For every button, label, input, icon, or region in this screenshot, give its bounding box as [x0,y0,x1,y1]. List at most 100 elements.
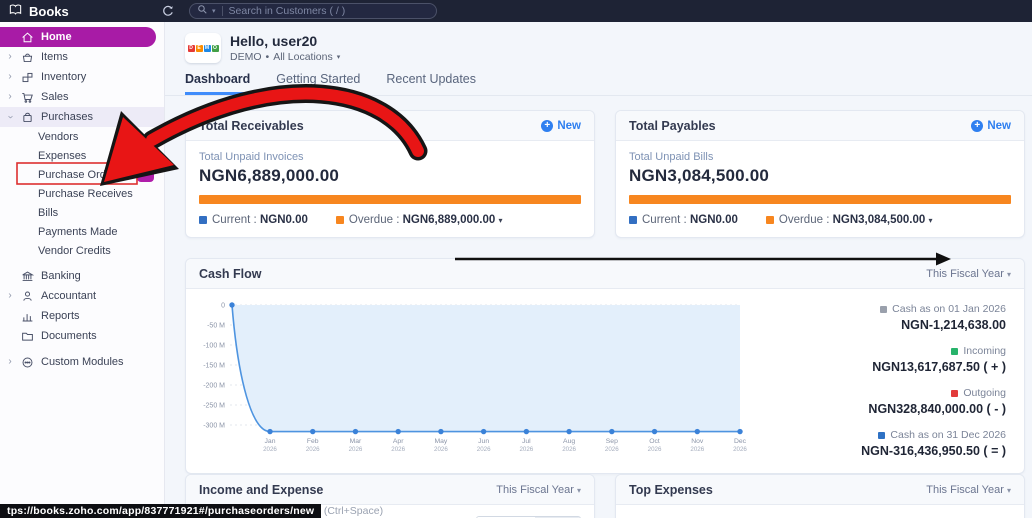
stat-label: Cash as on 31 Dec 2026 [890,429,1006,441]
search-input[interactable] [228,5,399,17]
new-purchase-order-button[interactable]: + [137,167,154,182]
avatar-letter: D [187,44,195,52]
sidebar-item-label: Bills [38,206,59,219]
sidebar-item-label: Documents [41,330,97,342]
stat-swatch [951,390,959,397]
search-icon [197,2,208,20]
payables-progress-bar [629,195,1011,204]
new-payable-button[interactable]: + New [971,119,1011,132]
chevron-down-icon[interactable]: ▾ [337,53,341,61]
dashboard-tabs: Dashboard Getting Started Recent Updates [165,72,1032,96]
sidebar-item-inventory[interactable]: › Inventory [0,67,164,87]
refresh-icon[interactable] [161,4,175,18]
status-url-bar: tps://books.zoho.com/app/837771921#/purc… [0,504,322,518]
greeting-text: Hello, user20 [230,33,318,49]
sidebar-item-vendor-credits[interactable]: Vendor Credits [0,241,164,260]
sidebar-item-home[interactable]: Home [0,27,156,47]
sidebar-item-accountant[interactable]: › Accountant [0,286,164,306]
current-legend: Current : NGN0.00 [199,214,308,226]
basket-icon [20,51,35,64]
current-swatch [199,216,207,224]
sidebar-item-label: Payments Made [38,225,118,238]
fiscal-year-dropdown[interactable]: This Fiscal Year ▾ [926,268,1011,280]
top-bar: Books ▾ [0,0,1032,22]
sidebar-item-reports[interactable]: Reports [0,306,164,326]
tab-recent-updates[interactable]: Recent Updates [386,72,476,95]
tab-getting-started[interactable]: Getting Started [276,72,360,95]
fiscal-year-dropdown[interactable]: This Fiscal Year ▾ [926,484,1011,496]
sidebar-item-label: Home [41,31,72,43]
total-receivables-card: Total Receivables + New Total Unpaid Inv… [185,110,595,238]
svg-text:2026: 2026 [434,446,448,453]
svg-text:Jul: Jul [522,438,531,445]
svg-text:2026: 2026 [349,446,363,453]
payables-amount: NGN3,084,500.00 [629,166,770,185]
svg-text:Dec: Dec [734,438,747,445]
fiscal-year-dropdown[interactable]: This Fiscal Year ▾ [496,484,581,496]
card-title: Cash Flow [199,266,262,281]
sidebar-item-label: Purchase Receives [38,187,133,200]
stat-swatch [878,432,886,439]
folder-icon [20,330,35,343]
tab-dashboard[interactable]: Dashboard [185,72,251,95]
chevron-down-icon[interactable]: ▾ [929,216,933,225]
svg-text:2026: 2026 [648,446,662,453]
new-receivable-button[interactable]: + New [541,119,581,132]
search-divider [221,6,223,16]
app-title: Books [29,3,69,19]
svg-text:2026: 2026 [306,446,320,453]
svg-text:2026: 2026 [690,446,704,453]
svg-text:Mar: Mar [350,438,362,445]
receivables-progress-bar [199,195,581,204]
overdue-swatch [335,216,344,224]
sidebar-item-banking[interactable]: Banking [0,266,164,286]
unpaid-invoices-label: Total Unpaid Invoices [199,151,304,163]
stat-label: Incoming [963,345,1006,357]
chevron-right-icon: › [8,356,12,367]
sidebar-item-label: Expenses [38,149,87,162]
avatar-letter: O [211,44,219,52]
plus-icon: + [971,119,984,132]
person-icon [20,290,35,303]
sidebar-item-items[interactable]: › Items [0,47,164,67]
cart-icon [20,91,35,104]
sidebar-item-expenses[interactable]: Expenses [0,146,164,165]
search-scope-caret-icon[interactable]: ▾ [212,7,216,15]
chevron-right-icon: › [8,51,12,62]
chevron-right-icon: › [8,91,12,102]
sidebar-item-purchases[interactable]: › Purchases [0,107,164,127]
sidebar-item-bills[interactable]: Bills [0,203,164,222]
sidebar-item-purchase-orders[interactable]: Purchase Orders + [0,165,164,184]
books-logo-icon [8,2,23,20]
chevron-down-icon[interactable]: ▾ [499,216,503,225]
sidebar-item-custom-modules[interactable]: › Custom Modules [0,352,164,372]
overdue-swatch [765,216,774,224]
stat-value: NGN-1,214,638.00 [901,318,1006,332]
sidebar-item-label: Purchase Orders [38,168,122,181]
cash-flow-card: Cash Flow This Fiscal Year ▾ 0 -50 M -100 … [185,258,1025,474]
card-title: Total Payables [629,118,716,133]
app-logo[interactable]: Books [0,2,165,20]
svg-text:2026: 2026 [733,446,747,453]
sidebar-item-sales[interactable]: › Sales [0,87,164,107]
svg-text:2026: 2026 [263,446,277,453]
global-search[interactable]: ▾ [189,3,437,19]
stat-value: NGN13,617,687.50 ( + ) [872,360,1006,374]
location-selector[interactable]: All Locations [273,51,333,63]
sidebar-item-documents[interactable]: Documents [0,326,164,346]
cash-flow-chart: 0 -50 M -100 M -150 M -200 M -250 M -300 M Jan … [192,295,758,471]
svg-text:Feb: Feb [307,438,319,445]
sidebar-item-payments-made[interactable]: Payments Made [0,222,164,241]
sidebar-item-purchase-receives[interactable]: Purchase Receives [0,184,164,203]
sidebar-item-vendors[interactable]: Vendors [0,127,164,146]
total-payables-card: Total Payables + New Total Unpaid Bills … [615,110,1025,238]
org-avatar[interactable]: D E M O [185,33,221,63]
card-title: Top Expenses [629,482,713,497]
chevron-down-icon: › [5,115,16,119]
top-expenses-card: Top Expenses This Fiscal Year ▾ [615,474,1025,518]
overdue-legend[interactable]: Overdue : NGN6,889,000.00 ▾ [335,214,503,226]
sidebar-item-label: Sales [41,91,69,103]
overdue-legend[interactable]: Overdue : NGN3,084,500.00 ▾ [765,214,933,226]
bag-icon [20,111,35,124]
boxes-icon [20,71,35,84]
